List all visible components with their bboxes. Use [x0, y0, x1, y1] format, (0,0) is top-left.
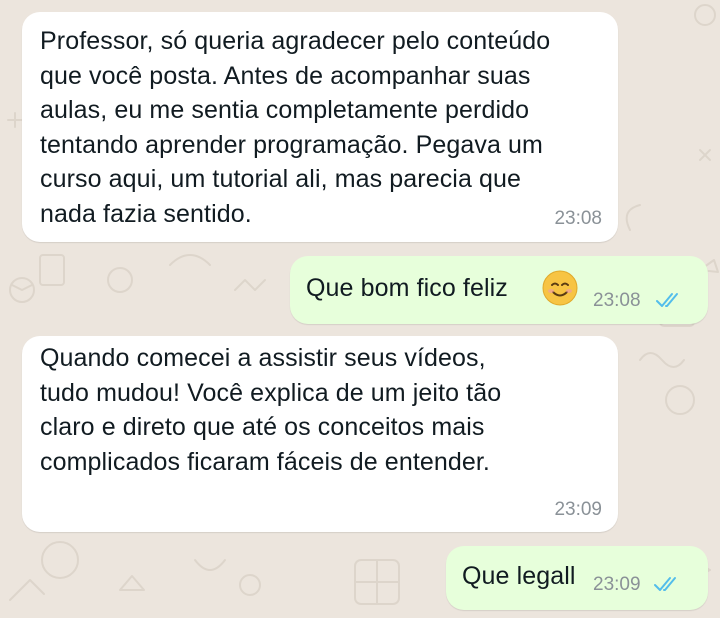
- message-bubble-incoming[interactable]: Professor, só queria agradecer pelo cont…: [22, 12, 618, 242]
- message-timestamp: 23:08: [593, 290, 641, 311]
- message-timestamp: 23:09: [593, 574, 641, 595]
- message-bubble-outgoing[interactable]: Que bom fico feliz 23:08: [290, 256, 708, 324]
- message-bubble-outgoing[interactable]: Que legall 23:09: [446, 546, 708, 610]
- read-receipt-icon: [656, 293, 678, 307]
- message-bubble-incoming[interactable]: Quando comecei a assistir seus vídeos, t…: [22, 336, 618, 532]
- message-timestamp: 23:09: [554, 499, 602, 520]
- message-timestamp: 23:08: [554, 208, 602, 229]
- message-text: Quando comecei a assistir seus vídeos, t…: [40, 344, 502, 476]
- message-text: Professor, só queria agradecer pelo cont…: [40, 27, 551, 228]
- read-receipt-icon: [654, 577, 676, 591]
- smiling-face-icon: [542, 270, 578, 306]
- message-text: Que legall: [462, 562, 576, 590]
- message-text: Que bom fico feliz: [306, 274, 508, 302]
